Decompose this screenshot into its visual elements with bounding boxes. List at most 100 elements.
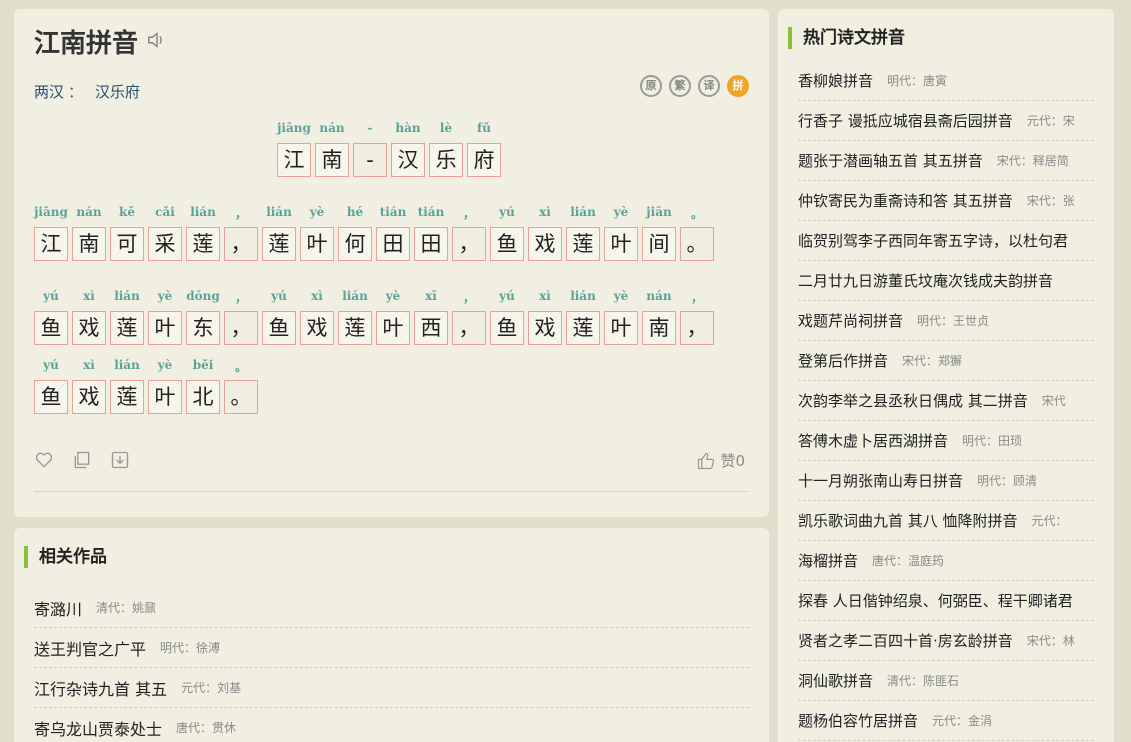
char-cell: lè 乐 (429, 121, 463, 177)
item-title[interactable]: 海榴拼音 (798, 550, 858, 571)
hanzi: 江 (277, 143, 311, 177)
item-title[interactable]: 仲钦寄民为重斋诗和答 其五拼音 (798, 190, 1013, 211)
pinyin: yè (613, 289, 629, 303)
char-cell: jiān 间 (642, 205, 676, 261)
pinyin: yú (43, 358, 59, 372)
item-title[interactable]: 二月廿九日游董氏坟庵次钱成夫韵拼音 (798, 270, 1053, 291)
list-item[interactable]: 香柳娘拼音 明代：唐寅 (798, 61, 1094, 101)
like-button[interactable]: 赞0 (696, 450, 745, 471)
pinyin: xì (83, 358, 95, 372)
pinyin: yè (613, 205, 629, 219)
pinyin: yú (499, 205, 515, 219)
dynasty-link[interactable]: 两汉 (34, 83, 64, 101)
item-author: 唐代：温庭筠 (872, 554, 945, 568)
item-title[interactable]: 探春 人日偕钟绍泉、何弼臣、程干卿诸君 (798, 590, 1073, 611)
download-icon[interactable] (110, 450, 130, 470)
hanzi: 田 (376, 227, 410, 261)
char-cell: hé 何 (338, 205, 372, 261)
list-item[interactable]: 探春 人日偕钟绍泉、何弼臣、程干卿诸君 (798, 581, 1094, 621)
item-title[interactable]: 寄乌龙山贾泰处士 (34, 716, 162, 740)
list-item[interactable]: 次韵李举之县丞秋日偶成 其二拼音 宋代 (798, 381, 1094, 421)
item-author: 唐代：贯休 (176, 721, 237, 735)
item-title[interactable]: 十一月朔张南山寿日拼音 (798, 470, 963, 491)
pinyin: 。 (690, 207, 703, 221)
list-item[interactable]: 行香子 谩抵应城宿县斋后园拼音 元代：宋 (798, 101, 1094, 141)
list-item[interactable]: 题杨伯容竹居拼音 元代：金涓 (798, 701, 1094, 741)
copy-icon[interactable] (72, 450, 92, 470)
char-cell: yè 叶 (300, 205, 334, 261)
list-item[interactable]: 题张于潜画轴五首 其五拼音 宋代：释居简 (798, 141, 1094, 181)
hanzi: ， (452, 227, 486, 261)
pinyin: tián (379, 205, 407, 219)
item-title[interactable]: 贤者之孝二百四十首·房玄龄拼音 (798, 630, 1013, 651)
pinyin: yú (499, 289, 515, 303)
item-title[interactable]: 戏题芹尚祠拼音 (798, 310, 903, 331)
hanzi: 叶 (604, 227, 638, 261)
char-cell: yè 叶 (148, 358, 182, 414)
list-item[interactable]: 十一月朔张南山寿日拼音 明代：顾清 (798, 461, 1094, 501)
hanzi: 间 (642, 227, 676, 261)
pinyin: yè (157, 289, 173, 303)
pinyin-button[interactable]: 拼 (727, 75, 749, 97)
hanzi: 鱼 (490, 227, 524, 261)
list-item[interactable]: 戏题芹尚祠拼音 明代：王世贞 (798, 301, 1094, 341)
char-cell: yú 鱼 (34, 358, 68, 414)
pinyin: yú (271, 289, 287, 303)
pinyin: cǎi (155, 205, 175, 219)
item-title[interactable]: 洞仙歌拼音 (798, 670, 873, 691)
item-title[interactable]: 香柳娘拼音 (798, 70, 873, 91)
item-title[interactable]: 江行杂诗九首 其五 (34, 676, 167, 700)
list-item[interactable]: 寄乌龙山贾泰处士 唐代：贯休 (34, 708, 749, 742)
list-item[interactable]: 江行杂诗九首 其五 元代：刘基 (34, 668, 749, 708)
list-item[interactable]: 答傅木虚卜居西湖拼音 明代：田顼 (798, 421, 1094, 461)
list-item[interactable]: 临贺别驾李子西同年寄五字诗，以杜句君 (798, 221, 1094, 261)
translation-button[interactable]: 译 (698, 75, 720, 97)
char-cell: nán 南 (315, 121, 349, 177)
char-cell: yú 鱼 (262, 289, 296, 345)
item-title[interactable]: 行香子 谩抵应城宿县斋后园拼音 (798, 110, 1013, 131)
traditional-button[interactable]: 繁 (669, 75, 691, 97)
item-title[interactable]: 凯乐歌词曲九首 其八 恤降附拼音 (798, 510, 1018, 531)
pinyin: ， (234, 207, 247, 221)
item-title[interactable]: 题张于潜画轴五首 其五拼音 (798, 150, 983, 171)
hanzi: 南 (642, 311, 676, 345)
item-title[interactable]: 答傅木虚卜居西湖拼音 (798, 430, 948, 451)
list-item[interactable]: 海榴拼音 唐代：温庭筠 (798, 541, 1094, 581)
heart-icon[interactable] (34, 450, 54, 470)
poem-line: jiāng 江 nán 南 kě 可 cǎi 采 lián 莲，， lián 莲 yè 叶 hé 何 tián 田… (34, 205, 714, 261)
char-cell: běi 北 (186, 358, 220, 414)
item-author: 明代：田顼 (962, 434, 1023, 448)
char-cell: ，， (224, 289, 258, 345)
item-title[interactable]: 临贺别驾李子西同年寄五字诗，以杜句君 (798, 230, 1068, 251)
list-item[interactable]: 贤者之孝二百四十首·房玄龄拼音 宋代：林 (798, 621, 1094, 661)
item-author: 宋代：林 (1026, 634, 1075, 648)
pinyin: nán (76, 205, 102, 219)
hanzi: 叶 (604, 311, 638, 345)
char-cell: xì 戏 (300, 289, 334, 345)
item-title[interactable]: 次韵李举之县丞秋日偶成 其二拼音 (798, 390, 1028, 411)
speaker-icon[interactable] (146, 29, 168, 51)
list-item[interactable]: 寄潞川 清代：姚鼐 (34, 588, 749, 628)
hanzi: - (353, 143, 387, 177)
pinyin: lián (190, 205, 216, 219)
char-cell: nán 南 (72, 205, 106, 261)
divider (34, 491, 749, 492)
char-cell: yè 叶 (604, 289, 638, 345)
list-item[interactable]: 送王判官之广平 明代：徐溥 (34, 628, 749, 668)
item-title[interactable]: 送王判官之广平 (34, 636, 146, 660)
item-author: 宋代：释居简 (996, 154, 1069, 168)
item-title[interactable]: 寄潞川 (34, 596, 82, 620)
item-author: 元代：刘基 (181, 681, 242, 695)
list-item[interactable]: 凯乐歌词曲九首 其八 恤降附拼音 元代： (798, 501, 1094, 541)
author-link[interactable]: 汉乐府 (95, 83, 140, 101)
item-author: 元代： (1031, 514, 1068, 528)
item-title[interactable]: 题杨伯容竹居拼音 (798, 710, 918, 731)
list-item[interactable]: 仲钦寄民为重斋诗和答 其五拼音 宋代：张 (798, 181, 1094, 221)
char-cell: lián 莲 (566, 289, 600, 345)
item-title[interactable]: 登第后作拼音 (798, 350, 888, 371)
original-text-button[interactable]: 原 (640, 75, 662, 97)
list-item[interactable]: 登第后作拼音 宋代：郑獬 (798, 341, 1094, 381)
list-item[interactable]: 二月廿九日游董氏坟庵次钱成夫韵拼音 (798, 261, 1094, 301)
list-item[interactable]: 洞仙歌拼音 清代：陈匪石 (798, 661, 1094, 701)
poem-line: yú 鱼 xì 戏 lián 莲 yè 叶 dōng 东，， yú 鱼 xì 戏 lián 莲 yè 叶 xī 西，，… (34, 289, 714, 345)
